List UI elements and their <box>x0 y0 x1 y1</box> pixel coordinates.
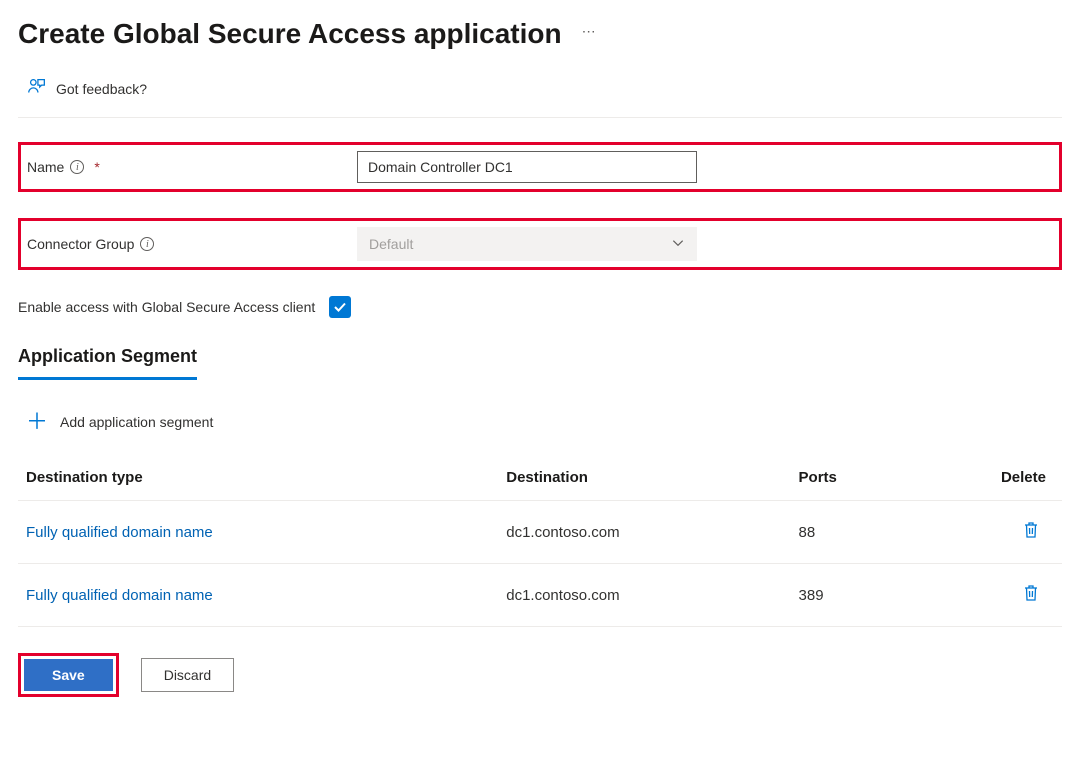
discard-button[interactable]: Discard <box>141 658 234 692</box>
table-row: Fully qualified domain name dc1.contoso.… <box>18 501 1062 564</box>
column-ports[interactable]: Ports <box>791 459 937 501</box>
delete-icon[interactable] <box>1022 589 1040 606</box>
connector-group-select[interactable]: Default <box>357 227 697 261</box>
column-destination[interactable]: Destination <box>498 459 790 501</box>
chevron-down-icon <box>671 236 685 253</box>
enable-access-row: Enable access with Global Secure Access … <box>18 296 1062 318</box>
required-indicator: * <box>94 159 99 175</box>
tab-application-segment[interactable]: Application Segment <box>18 346 197 380</box>
add-segment-label: Add application segment <box>60 414 213 430</box>
column-destination-type[interactable]: Destination type <box>18 459 498 501</box>
destination-cell: dc1.contoso.com <box>498 501 790 564</box>
name-input[interactable] <box>357 151 697 183</box>
more-actions-icon[interactable]: ⋯ <box>582 23 597 46</box>
column-delete: Delete <box>937 459 1062 501</box>
connector-group-label: Connector Group <box>27 236 134 252</box>
plus-icon: ＋ <box>26 411 48 433</box>
table-row: Fully qualified domain name dc1.contoso.… <box>18 564 1062 627</box>
connector-group-value: Default <box>369 236 413 252</box>
save-button[interactable]: Save <box>24 659 113 691</box>
info-icon[interactable]: i <box>140 237 154 251</box>
info-icon[interactable]: i <box>70 160 84 174</box>
header-divider <box>18 117 1062 118</box>
add-application-segment-button[interactable]: ＋ Add application segment <box>18 401 1062 459</box>
enable-access-label: Enable access with Global Secure Access … <box>18 299 315 315</box>
feedback-icon <box>26 76 48 101</box>
enable-access-checkbox[interactable] <box>329 296 351 318</box>
feedback-link[interactable]: Got feedback? <box>18 70 1062 117</box>
application-segment-table: Destination type Destination Ports Delet… <box>18 459 1062 627</box>
save-button-highlight: Save <box>18 653 119 697</box>
page-title: Create Global Secure Access application <box>18 18 562 50</box>
ports-cell: 88 <box>791 501 937 564</box>
connector-group-row: Connector Group i Default <box>18 218 1062 270</box>
destination-type-link[interactable]: Fully qualified domain name <box>26 587 213 604</box>
delete-icon[interactable] <box>1022 526 1040 543</box>
destination-cell: dc1.contoso.com <box>498 564 790 627</box>
feedback-label: Got feedback? <box>56 81 147 97</box>
ports-cell: 389 <box>791 564 937 627</box>
name-field-row: Name i * <box>18 142 1062 192</box>
name-label: Name <box>27 159 64 175</box>
destination-type-link[interactable]: Fully qualified domain name <box>26 524 213 541</box>
